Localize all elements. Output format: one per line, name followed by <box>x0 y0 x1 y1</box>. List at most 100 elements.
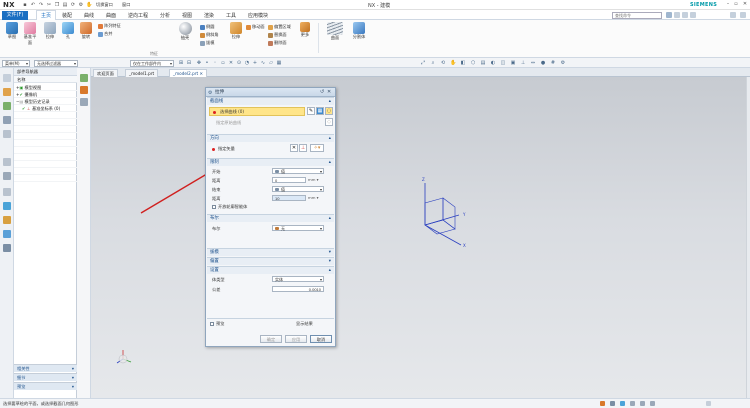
existing-point-icon[interactable]: + <box>252 60 258 66</box>
tab-model1[interactable]: _model1.prt <box>125 69 159 77</box>
help-icon[interactable] <box>674 12 680 18</box>
select-curve-icon[interactable]: ◌ <box>325 107 333 115</box>
assembly-navigator-icon[interactable] <box>3 88 11 96</box>
move-face-button[interactable]: 移动面 <box>246 24 265 30</box>
tray-notification-icon[interactable] <box>706 401 711 406</box>
tab-render[interactable]: 渲染 <box>204 12 214 19</box>
snap-point-icon[interactable]: ✥ <box>196 60 202 66</box>
draft-button[interactable]: 拔模 <box>200 40 214 46</box>
end-point-icon[interactable]: • <box>204 60 210 66</box>
color-icon[interactable]: ● <box>540 60 546 66</box>
save-icon[interactable]: ▪ <box>22 2 28 8</box>
system-materials-icon[interactable] <box>3 230 11 238</box>
open-profile-checkbox[interactable] <box>212 205 216 209</box>
surface-button[interactable]: 曲面 <box>326 22 344 41</box>
command-finder-icon[interactable]: ⚙ <box>78 2 84 8</box>
tab-application[interactable]: 应用模块 <box>248 12 268 19</box>
measure-icon[interactable]: ⇔ <box>530 60 536 66</box>
featured-icon[interactable] <box>80 86 88 94</box>
show-result-button[interactable]: 显示结果 <box>296 321 313 327</box>
close-tab-icon[interactable]: ✕ <box>200 71 204 76</box>
dialog-title-bar[interactable]: ⚙ 拉伸 ↺ ✕ <box>206 88 335 97</box>
tab-curve[interactable]: 曲线 <box>84 12 94 19</box>
switch-window[interactable]: 切换窗口 <box>96 2 113 8</box>
section-draft-header[interactable]: 拔模 ▾ <box>207 248 334 256</box>
fit-view-icon[interactable]: ⤢ <box>420 60 426 66</box>
clip-section-icon[interactable]: ◫ <box>500 60 506 66</box>
tray-app-icon[interactable] <box>600 401 605 406</box>
select-curve-row[interactable]: 选择曲线 (0) <box>209 107 305 116</box>
file-menu-button[interactable]: 文件(F) <box>2 11 28 20</box>
curve-selection-icon[interactable]: ▦ <box>316 107 324 115</box>
sync-extrude-button[interactable]: 拉伸 <box>228 22 244 40</box>
start-distance-input[interactable] <box>272 177 306 183</box>
minimize-icon[interactable]: – <box>724 1 732 8</box>
tab-welcome-page[interactable]: 欢迎页面 <box>93 69 118 77</box>
chamfer-button[interactable]: 倒斜角 <box>200 32 219 38</box>
revolve-button[interactable]: 旋转 <box>78 22 94 40</box>
tray-input-icon[interactable] <box>630 401 635 406</box>
tray-volume-icon[interactable] <box>620 401 625 406</box>
command-search-input[interactable] <box>612 12 662 19</box>
cancel-button[interactable]: 取消 <box>310 335 332 343</box>
extrude-button[interactable]: 拉伸 <box>42 22 58 40</box>
intersection-icon[interactable]: ✕ <box>228 60 234 66</box>
rotate-icon[interactable]: ⟲ <box>440 60 446 66</box>
reuse-library-icon[interactable] <box>3 130 11 138</box>
tab-assembly[interactable]: 装配 <box>62 12 72 19</box>
end-distance-input[interactable] <box>272 195 306 201</box>
close-icon[interactable]: ✕ <box>741 1 749 8</box>
selection-scope-dropdown[interactable]: 仅在工作部件内 <box>130 59 174 67</box>
ribbon-options-icon[interactable] <box>682 12 688 18</box>
tolerance-input[interactable] <box>272 286 324 292</box>
select-all-icon[interactable]: ⊞ <box>178 60 184 66</box>
render-style-icon[interactable]: ◧ <box>460 60 466 66</box>
grid-icon[interactable]: # <box>550 60 556 66</box>
replace-face-button[interactable]: 替换面 <box>268 32 287 38</box>
start-type-select[interactable]: 值 <box>272 168 324 174</box>
point-on-curve-icon[interactable]: ∿ <box>260 60 266 66</box>
section-boolean-header[interactable]: 布尔 ▴ <box>207 214 334 222</box>
maximize-icon[interactable]: ▫ <box>732 1 740 8</box>
part-navigator-icon[interactable] <box>3 116 11 124</box>
datum-plane-button[interactable]: 基准平面 <box>22 22 38 46</box>
section-limits-header[interactable]: 限制 ▴ <box>207 158 334 166</box>
orient-view-icon[interactable]: ⬡ <box>470 60 476 66</box>
history-icon[interactable] <box>3 172 11 180</box>
tray-settings-icon[interactable] <box>650 401 655 406</box>
boolean-select[interactable]: 无 <box>272 225 324 231</box>
cut-icon[interactable]: ✂ <box>46 2 52 8</box>
section-settings-header[interactable]: 设置 ▴ <box>207 266 334 274</box>
ok-button[interactable]: 确定 <box>260 335 282 343</box>
search-icon[interactable] <box>666 12 672 18</box>
vector-dialog-icon[interactable]: ⊥ <box>299 144 307 152</box>
bounded-grid-icon[interactable]: ▦ <box>276 60 282 66</box>
tab-tools[interactable]: 工具 <box>226 12 236 19</box>
panel-dependencies[interactable]: 相关性 ▾ <box>14 364 77 372</box>
paste-icon[interactable]: ▤ <box>62 2 68 8</box>
preview-checkbox[interactable] <box>210 322 214 326</box>
main-menu-dropdown[interactable]: 菜单(M) <box>2 59 30 67</box>
dialog-close-icon[interactable]: ✕ <box>327 88 331 97</box>
clock-icon[interactable] <box>3 202 11 210</box>
options-icon[interactable]: ⚙ <box>560 60 566 66</box>
sketch-section-icon[interactable]: ✎ <box>307 107 315 115</box>
web-browser-icon[interactable] <box>3 158 11 166</box>
end-type-select[interactable]: 值 <box>272 186 324 192</box>
navigator-column-header[interactable]: 名称 <box>14 76 77 83</box>
more-button[interactable]: 更多 <box>298 22 312 38</box>
roles-icon[interactable] <box>3 216 11 224</box>
graphics-scrollbar[interactable] <box>746 77 750 398</box>
wcs-icon[interactable]: ⊥ <box>520 60 526 66</box>
edit-section-icon[interactable]: ▣ <box>510 60 516 66</box>
shell-button[interactable]: 抽壳 <box>176 22 194 41</box>
offset-region-button[interactable]: 偏置区域 <box>268 24 291 30</box>
tree-row-model-views[interactable]: +▣模型视图 <box>14 84 77 91</box>
section-direction-header[interactable]: 方向 ▴ <box>207 134 334 142</box>
minimize-ribbon-icon[interactable] <box>730 12 736 18</box>
section-profile-header[interactable]: 截面线 ▴ <box>207 97 334 105</box>
copy-icon[interactable]: ❐ <box>54 2 60 8</box>
tree-row-datum-csys[interactable]: ✔ ⊥ 基准坐标系 (0) <box>14 105 77 112</box>
panel-details[interactable]: 细节 ▾ <box>14 373 77 381</box>
knowledge-icon[interactable] <box>80 98 88 106</box>
